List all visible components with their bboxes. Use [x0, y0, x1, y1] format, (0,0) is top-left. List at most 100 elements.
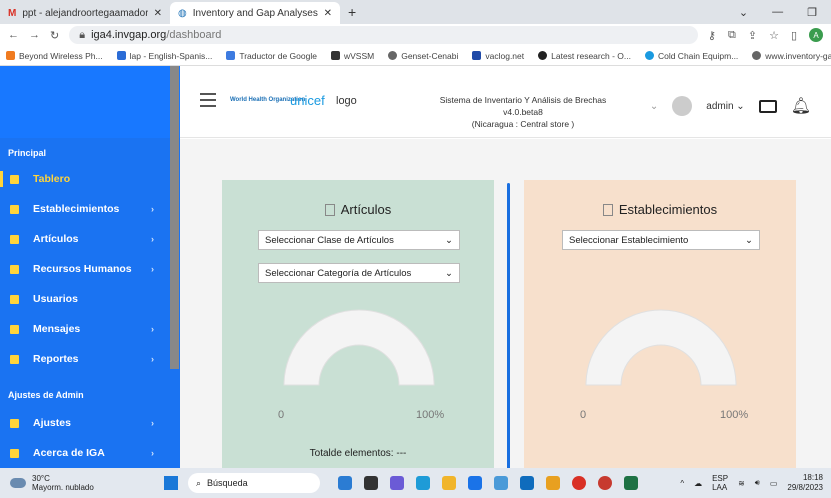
app-icon[interactable] [598, 476, 612, 490]
bookmark-item[interactable]: lap - English-Spanis... [116, 51, 212, 61]
building-icon [10, 204, 19, 214]
translate-icon[interactable]: ⧉ [728, 29, 736, 42]
wifi-icon[interactable]: ≋ [738, 479, 745, 488]
sidepanel-icon[interactable]: ▯ [791, 29, 797, 42]
bookmark-item[interactable]: www.inventory-gap... [752, 51, 831, 61]
edge-icon[interactable] [416, 476, 430, 490]
unicef-logo: unicef [290, 93, 325, 108]
sidebar-item-establecimientos[interactable]: Establecimientos › [0, 194, 180, 224]
volume-icon[interactable]: 🔊︎ [755, 478, 760, 488]
battery-icon[interactable]: ▭ [770, 479, 778, 488]
sidebar-item-tablero[interactable]: Tablero [0, 164, 180, 194]
chevron-down-icon[interactable]: ⌄ [739, 6, 748, 19]
sidebar-scrollbar[interactable] [170, 66, 179, 369]
bookmarks-bar: Beyond Wireless Ph... lap - English-Span… [0, 46, 831, 66]
articulos-gauge [283, 309, 435, 386]
profile-avatar[interactable]: A [809, 28, 823, 42]
chevron-right-icon: › [151, 234, 154, 244]
dashboard-icon [10, 174, 19, 184]
tab-inventory[interactable]: ◍ Inventory and Gap Analyses ✕ [170, 2, 340, 24]
select-facility[interactable]: Seleccionar Establecimiento ⌄ [562, 230, 760, 250]
sidebar-item-articulos[interactable]: Artículos › [0, 224, 180, 254]
avatar[interactable] [672, 96, 693, 116]
chevron-right-icon: › [151, 448, 154, 458]
windows-start-icon[interactable] [164, 476, 178, 490]
sidebar-item-mensajes[interactable]: Mensajes › [0, 314, 180, 344]
sidebar-item-usuarios[interactable]: Usuarios [0, 284, 180, 314]
sidebar-item-recursos-humanos[interactable]: Recursos Humanos › [0, 254, 180, 284]
bookmark-item[interactable]: Beyond Wireless Ph... [6, 51, 103, 61]
app-icon[interactable] [364, 476, 378, 490]
bookmark-item[interactable]: Genset-Cenabi [388, 51, 458, 61]
people-icon [10, 264, 19, 274]
star-icon[interactable]: ☆ [769, 29, 779, 42]
app-icon[interactable] [494, 476, 508, 490]
gear-icon [10, 418, 19, 428]
tab-gmail[interactable]: M ppt - alejandroortegaamador@... ✕ [0, 2, 170, 24]
select-category[interactable]: Seleccionar Categoría de Artículos ⌄ [258, 263, 460, 283]
message-icon [10, 324, 19, 334]
sidebar-item-acerca[interactable]: Acerca de IGA › [0, 438, 180, 468]
chevron-up-icon[interactable]: ^ [680, 479, 684, 488]
browser-tab-bar: M ppt - alejandroortegaamador@... ✕ ◍ In… [0, 0, 831, 24]
mail-icon[interactable] [758, 99, 777, 113]
address-bar-row: ← → ↻ 🔒︎ iga4.invgap.org/dashboard ⚷ ⧉ ⇪… [0, 24, 831, 46]
chevron-down-icon: ⌄ [445, 267, 453, 279]
hamburger-menu-icon[interactable] [200, 93, 216, 111]
sidebar-item-ajustes[interactable]: Ajustes › [0, 408, 180, 438]
excel-icon[interactable] [624, 476, 638, 490]
system-info: Sistema de Inventario Y Análisis de Brec… [438, 94, 608, 130]
forward-icon[interactable]: → [29, 29, 40, 41]
bookmark-item[interactable]: Traductor de Google [226, 51, 317, 61]
bookmark-item[interactable]: wVSSM [330, 51, 374, 61]
chart-icon [602, 203, 613, 216]
minimize-button[interactable]: — [772, 6, 783, 19]
sidebar-item-reportes[interactable]: Reportes › [0, 344, 180, 374]
bookmark-item[interactable]: vaclog.net [472, 51, 524, 61]
reload-icon[interactable]: ↻ [50, 29, 59, 42]
select-class[interactable]: Seleccionar Clase de Artículos ⌄ [258, 230, 460, 250]
url-field[interactable]: 🔒︎ iga4.invgap.org/dashboard [69, 26, 698, 44]
app-icon[interactable] [338, 476, 352, 490]
language-indicator[interactable]: ESP LAA [712, 474, 728, 492]
folder-icon[interactable] [442, 476, 456, 490]
key-icon[interactable]: ⚷ [708, 29, 716, 42]
gauge-min: 0 [580, 409, 587, 421]
bookmark-item[interactable]: Cold Chain Equipm... [644, 51, 738, 61]
system-version: v4.0.beta8 [503, 107, 543, 117]
chevron-right-icon: › [151, 324, 154, 334]
app-icon[interactable] [390, 476, 404, 490]
new-tab-button[interactable]: + [340, 4, 364, 24]
close-tab-icon[interactable]: ✕ [154, 8, 162, 19]
taskbar-search[interactable]: ⌕ Búsqueda [188, 473, 320, 493]
gauge-max: 100% [720, 409, 749, 421]
window-controls: ⌄ — ❐ [739, 6, 831, 24]
back-icon[interactable]: ← [8, 29, 19, 41]
sidebar-section-principal: Principal [8, 148, 47, 158]
establecimientos-card: Establecimientos Seleccionar Establecimi… [524, 180, 796, 468]
clock[interactable]: 18:18 29/8/2023 [787, 473, 823, 493]
mail-app-icon[interactable] [468, 476, 482, 490]
chevron-down-icon[interactable]: ⌄ [650, 101, 658, 112]
chrome-icon[interactable] [572, 476, 586, 490]
weather-widget[interactable]: 30°C Mayorm. nublado [0, 474, 150, 492]
chevron-down-icon: ⌄ [445, 234, 453, 246]
cloud-icon[interactable]: ☁ [694, 479, 702, 488]
bookmark-item[interactable]: Latest research - O... [538, 51, 631, 61]
bell-icon[interactable]: 🔔︎ [791, 96, 811, 116]
app-icon[interactable] [546, 476, 560, 490]
windows-taskbar: 30°C Mayorm. nublado ⌕ Búsqueda ^ ☁ ESP LAA… [0, 468, 831, 498]
close-tab-icon[interactable]: ✕ [324, 8, 332, 19]
taskbar-apps [338, 476, 638, 490]
sidebar-brand-area [0, 66, 180, 138]
share-icon[interactable]: ⇪ [748, 29, 757, 42]
restore-button[interactable]: ❐ [807, 6, 817, 19]
app-icon[interactable] [520, 476, 534, 490]
user-menu[interactable]: admin ⌄ [706, 101, 744, 112]
user-icon [10, 294, 19, 304]
system-title: Sistema de Inventario Y Análisis de Brec… [439, 95, 607, 105]
gauge-max: 100% [416, 409, 445, 421]
chevron-right-icon: › [151, 204, 154, 214]
articulos-card: Artículos Seleccionar Clase de Artículos… [222, 180, 494, 468]
sidebar: Principal Tablero Establecimientos › Artí… [0, 66, 180, 468]
